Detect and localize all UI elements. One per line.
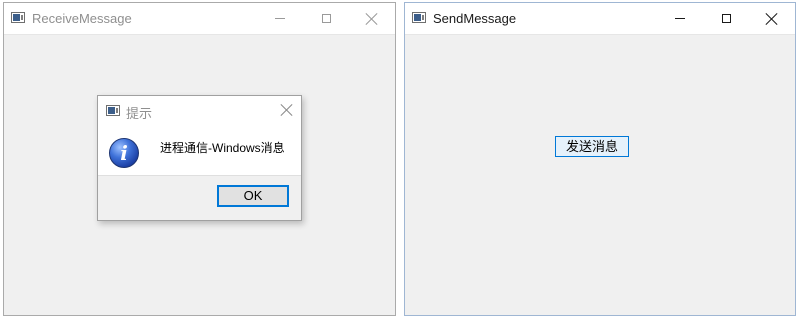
send-message-button[interactable]: 发送消息 xyxy=(555,136,629,157)
close-icon xyxy=(366,13,378,25)
ok-button[interactable]: OK xyxy=(217,185,289,207)
send-title-bar[interactable]: SendMessage xyxy=(405,3,795,35)
close-icon xyxy=(766,13,778,25)
receive-window-title: ReceiveMessage xyxy=(32,11,132,26)
app-window-icon xyxy=(106,105,120,116)
minimize-button[interactable] xyxy=(657,3,703,34)
app-window-icon xyxy=(11,12,25,23)
dialog-button-bar: OK xyxy=(98,175,301,220)
minimize-button[interactable] xyxy=(257,3,303,34)
send-message-window[interactable]: SendMessage 发送消息 xyxy=(404,2,796,316)
send-window-title: SendMessage xyxy=(433,11,517,26)
dialog-title-bar[interactable]: 提示 xyxy=(98,96,301,125)
maximize-icon xyxy=(721,14,731,23)
message-box-dialog[interactable]: 提示 i 进程通信-Windows消息 OK xyxy=(97,95,302,221)
maximize-button[interactable] xyxy=(703,3,749,34)
information-icon: i xyxy=(109,138,139,168)
close-button[interactable] xyxy=(349,3,395,34)
app-window-icon xyxy=(412,12,426,23)
maximize-icon xyxy=(321,14,331,23)
close-icon xyxy=(281,104,293,116)
receive-title-bar[interactable]: ReceiveMessage xyxy=(4,3,395,35)
maximize-button[interactable] xyxy=(303,3,349,34)
dialog-close-button[interactable] xyxy=(281,104,293,116)
dialog-title: 提示 xyxy=(126,106,153,121)
minimize-icon xyxy=(675,18,685,19)
minimize-icon xyxy=(275,18,285,19)
dialog-message: 进程通信-Windows消息 xyxy=(160,141,285,155)
close-button[interactable] xyxy=(749,3,795,34)
